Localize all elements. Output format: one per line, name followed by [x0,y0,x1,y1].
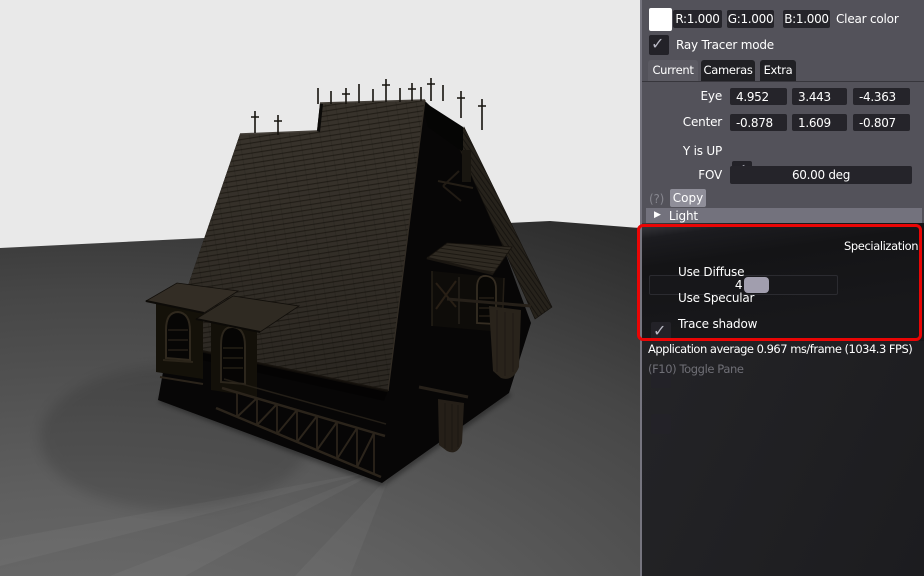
tab-cameras[interactable]: Cameras [701,60,755,81]
tab-current[interactable]: Current [648,60,698,81]
use-specular-label: Use Specular [678,289,754,307]
trace-shadow-label: Trace shadow [678,315,757,333]
scene-render [0,0,640,576]
eye-x-field[interactable]: 4.952 [730,88,787,105]
clear-color-g-field[interactable]: G:1.000 [727,10,774,28]
center-x-field[interactable]: -0.878 [730,114,787,131]
clear-color-r-value: R:1.000 [675,12,719,26]
fov-field[interactable]: 60.00 deg [730,166,912,184]
lower-section-bg [642,341,924,576]
eye-z-field[interactable]: -4.363 [853,88,910,105]
clear-color-r-field[interactable]: R:1.000 [673,10,722,28]
center-z-value: -0.807 [859,116,896,130]
expand-arrow-icon: ▶ [654,208,661,223]
use-diffuse-label: Use Diffuse [678,263,744,281]
eye-x-value: 4.952 [736,90,769,104]
center-x-value: -0.878 [736,116,773,130]
checkmark-icon: ✓ [653,321,666,340]
trace-shadow-checkbox[interactable] [651,414,671,434]
eye-y-value: 3.443 [798,90,831,104]
clear-color-g-value: G:1.000 [728,12,774,26]
fov-value: 60.00 deg [792,168,850,182]
eye-label: Eye [642,88,722,105]
fov-label: FOV [642,167,722,184]
clear-color-b-value: B:1.000 [784,12,829,26]
clear-color-label: Clear color [836,10,899,28]
center-z-field[interactable]: -0.807 [853,114,910,131]
light-section-header[interactable]: ▶ Light [646,208,922,223]
app-window: R:1.000 G:1.000 B:1.000 Clear color ✓ Ra… [0,0,924,576]
ray-tracer-mode-checkbox[interactable]: ✓ [649,35,669,55]
center-y-field[interactable]: 1.609 [792,114,847,131]
center-y-value: 1.609 [798,116,831,130]
toggle-pane-hint: (F10) Toggle Pane [648,362,744,376]
camera-tab-bar: Current Cameras Extra [642,60,924,81]
checkmark-icon: ✓ [651,34,664,53]
clear-color-b-field[interactable]: B:1.000 [783,10,830,28]
eye-z-value: -4.363 [859,90,896,104]
light-header-label: Light [669,209,698,223]
eye-y-field[interactable]: 3.443 [792,88,847,105]
viewport-3d[interactable] [0,0,640,576]
tab-underline [642,81,924,82]
settings-panel: R:1.000 G:1.000 B:1.000 Clear color ✓ Ra… [640,0,924,576]
ray-tracer-mode-label: Ray Tracer mode [676,36,774,54]
specialization-label: Specialization [844,237,918,255]
center-label: Center [642,114,722,131]
tab-extra[interactable]: Extra [760,60,796,81]
clear-color-swatch[interactable] [649,8,672,31]
use-diffuse-checkbox[interactable]: ✓ [651,322,671,342]
help-marker[interactable]: (?) [649,190,664,208]
copy-button[interactable]: Copy [670,189,706,207]
performance-status: Application average 0.967 ms/frame (1034… [648,342,912,356]
y-is-up-label: Y is UP [642,142,722,160]
